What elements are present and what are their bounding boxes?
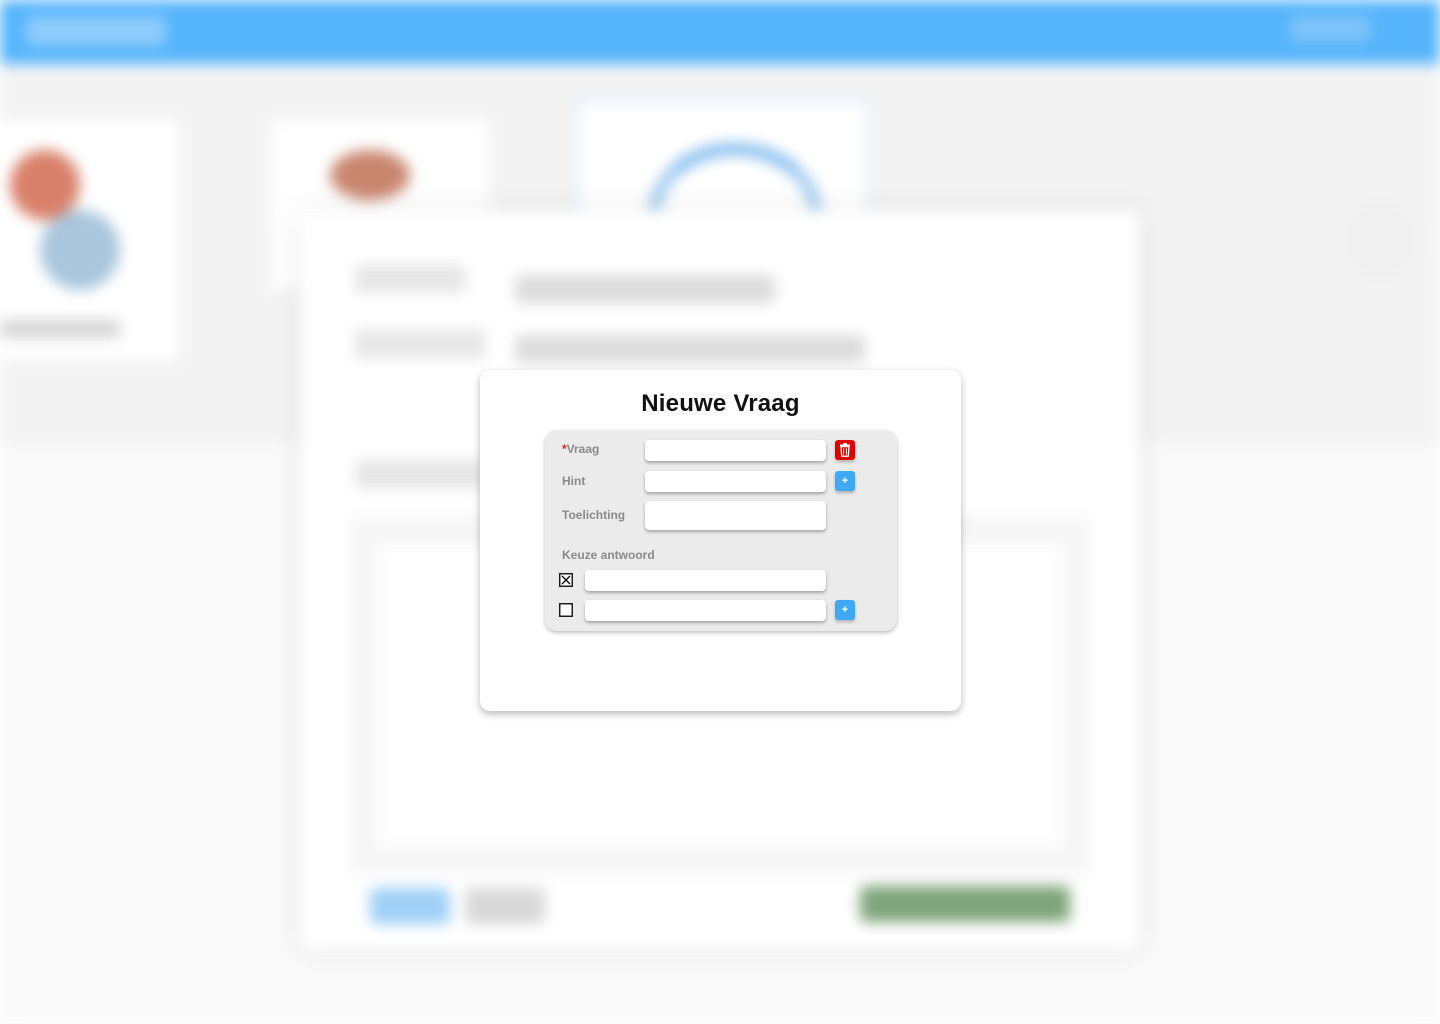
delete-question-button[interactable] <box>835 440 855 460</box>
background-card <box>0 120 180 360</box>
background-button <box>860 886 1070 922</box>
background-row <box>355 265 465 293</box>
question-input[interactable] <box>645 440 826 461</box>
background-topbar <box>0 0 1440 64</box>
choice-2-input[interactable] <box>585 600 826 621</box>
background-button <box>370 888 450 924</box>
explanation-input[interactable] <box>645 501 826 530</box>
add-hint-button[interactable]: + <box>835 471 855 491</box>
question-label-text: Vraag <box>566 442 600 456</box>
question-form: *Vraag Hint + Toelichting Keuze antwoord <box>545 430 897 631</box>
background-user-menu <box>1290 16 1370 42</box>
background-row <box>355 460 485 488</box>
trash-icon <box>840 443 850 457</box>
question-label: *Vraag <box>562 442 599 456</box>
checkbox-empty-icon <box>559 603 573 617</box>
background-row <box>515 275 775 303</box>
background-logo <box>26 16 166 46</box>
add-choice-button[interactable]: + <box>835 600 855 620</box>
choices-label: Keuze antwoord <box>562 548 655 562</box>
choice-1-checkbox[interactable] <box>559 573 573 587</box>
choice-1-input[interactable] <box>585 570 826 591</box>
hint-label: Hint <box>562 474 586 488</box>
background-row <box>355 330 485 358</box>
new-question-modal: Nieuwe Vraag *Vraag Hint + Toelichting K… <box>480 370 961 711</box>
choice-2-checkbox[interactable] <box>559 603 573 617</box>
background-button <box>465 888 545 924</box>
hint-input[interactable] <box>645 471 826 492</box>
background-circle <box>1340 200 1420 280</box>
explanation-label: Toelichting <box>562 508 626 522</box>
modal-title: Nieuwe Vraag <box>641 390 800 417</box>
background-row <box>515 335 865 363</box>
checkbox-checked-icon <box>559 573 573 587</box>
